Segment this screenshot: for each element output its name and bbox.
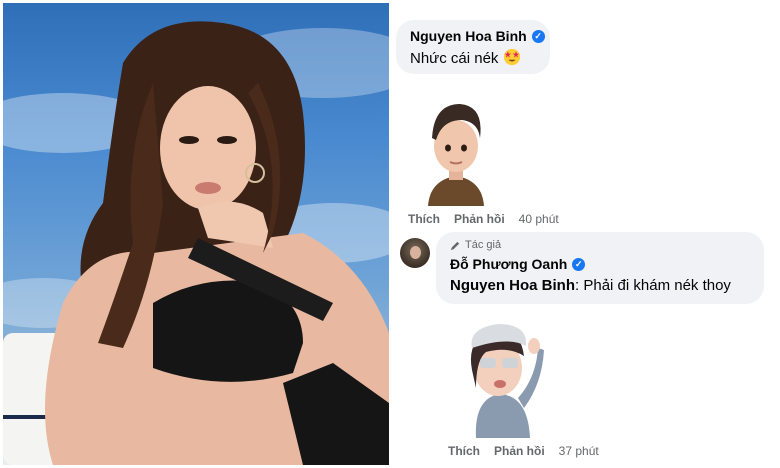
avatar-woman-sticker [470, 324, 544, 438]
author-badge-label: Tác giả [465, 239, 502, 251]
reply-button[interactable]: Phản hồi [494, 444, 545, 458]
comment-bubble: Tác giả Đỗ Phương Oanh ✓ Nguyen Hoa Binh… [436, 232, 764, 304]
comment-author-name[interactable]: Đỗ Phương Oanh [450, 256, 567, 272]
comment-text: Nhức cái nék [410, 48, 521, 67]
pencil-icon [450, 241, 460, 250]
avatar[interactable] [400, 238, 430, 268]
comment-author-name[interactable]: Nguyen Hoa Binh [410, 28, 527, 44]
comment-author-row: Nguyen Hoa Binh ✓ [410, 28, 545, 44]
author-badge: Tác giả [450, 239, 501, 251]
mention-link[interactable]: Nguyen Hoa Binh [450, 277, 575, 294]
comment-bubble: Nguyen Hoa Binh ✓ Nhức cái nék [396, 20, 550, 74]
verified-badge-icon: ✓ [572, 257, 586, 271]
post-photo[interactable] [3, 3, 389, 465]
comment-timestamp[interactable]: 37 phút [559, 444, 599, 458]
verified-badge-icon: ✓ [531, 29, 545, 43]
comment-text: Nguyen Hoa Binh: Phải đi khám nék thoy [450, 277, 731, 294]
comment-actions: Thích Phản hồi 37 phút [448, 444, 599, 458]
like-button[interactable]: Thích [408, 212, 440, 226]
comment-section: Nguyen Hoa Binh ✓ Nhức cái nék Thích Phả… [392, 0, 780, 468]
comment-timestamp[interactable]: 40 phút [519, 212, 559, 226]
avatar-face [410, 246, 421, 259]
like-button[interactable]: Thích [448, 444, 480, 458]
comment-author-row: Đỗ Phương Oanh ✓ [450, 256, 586, 272]
photo-illustration [3, 21, 389, 465]
comment-body: : Phải đi khám nék thoy [575, 277, 731, 294]
comment-actions: Thích Phản hồi 40 phút [408, 212, 559, 226]
comment-body: Nhức cái nék [410, 50, 499, 67]
avatar-man-sticker [428, 104, 484, 206]
star-struck-emoji-icon [503, 48, 520, 66]
reply-button[interactable]: Phản hồi [454, 212, 505, 226]
